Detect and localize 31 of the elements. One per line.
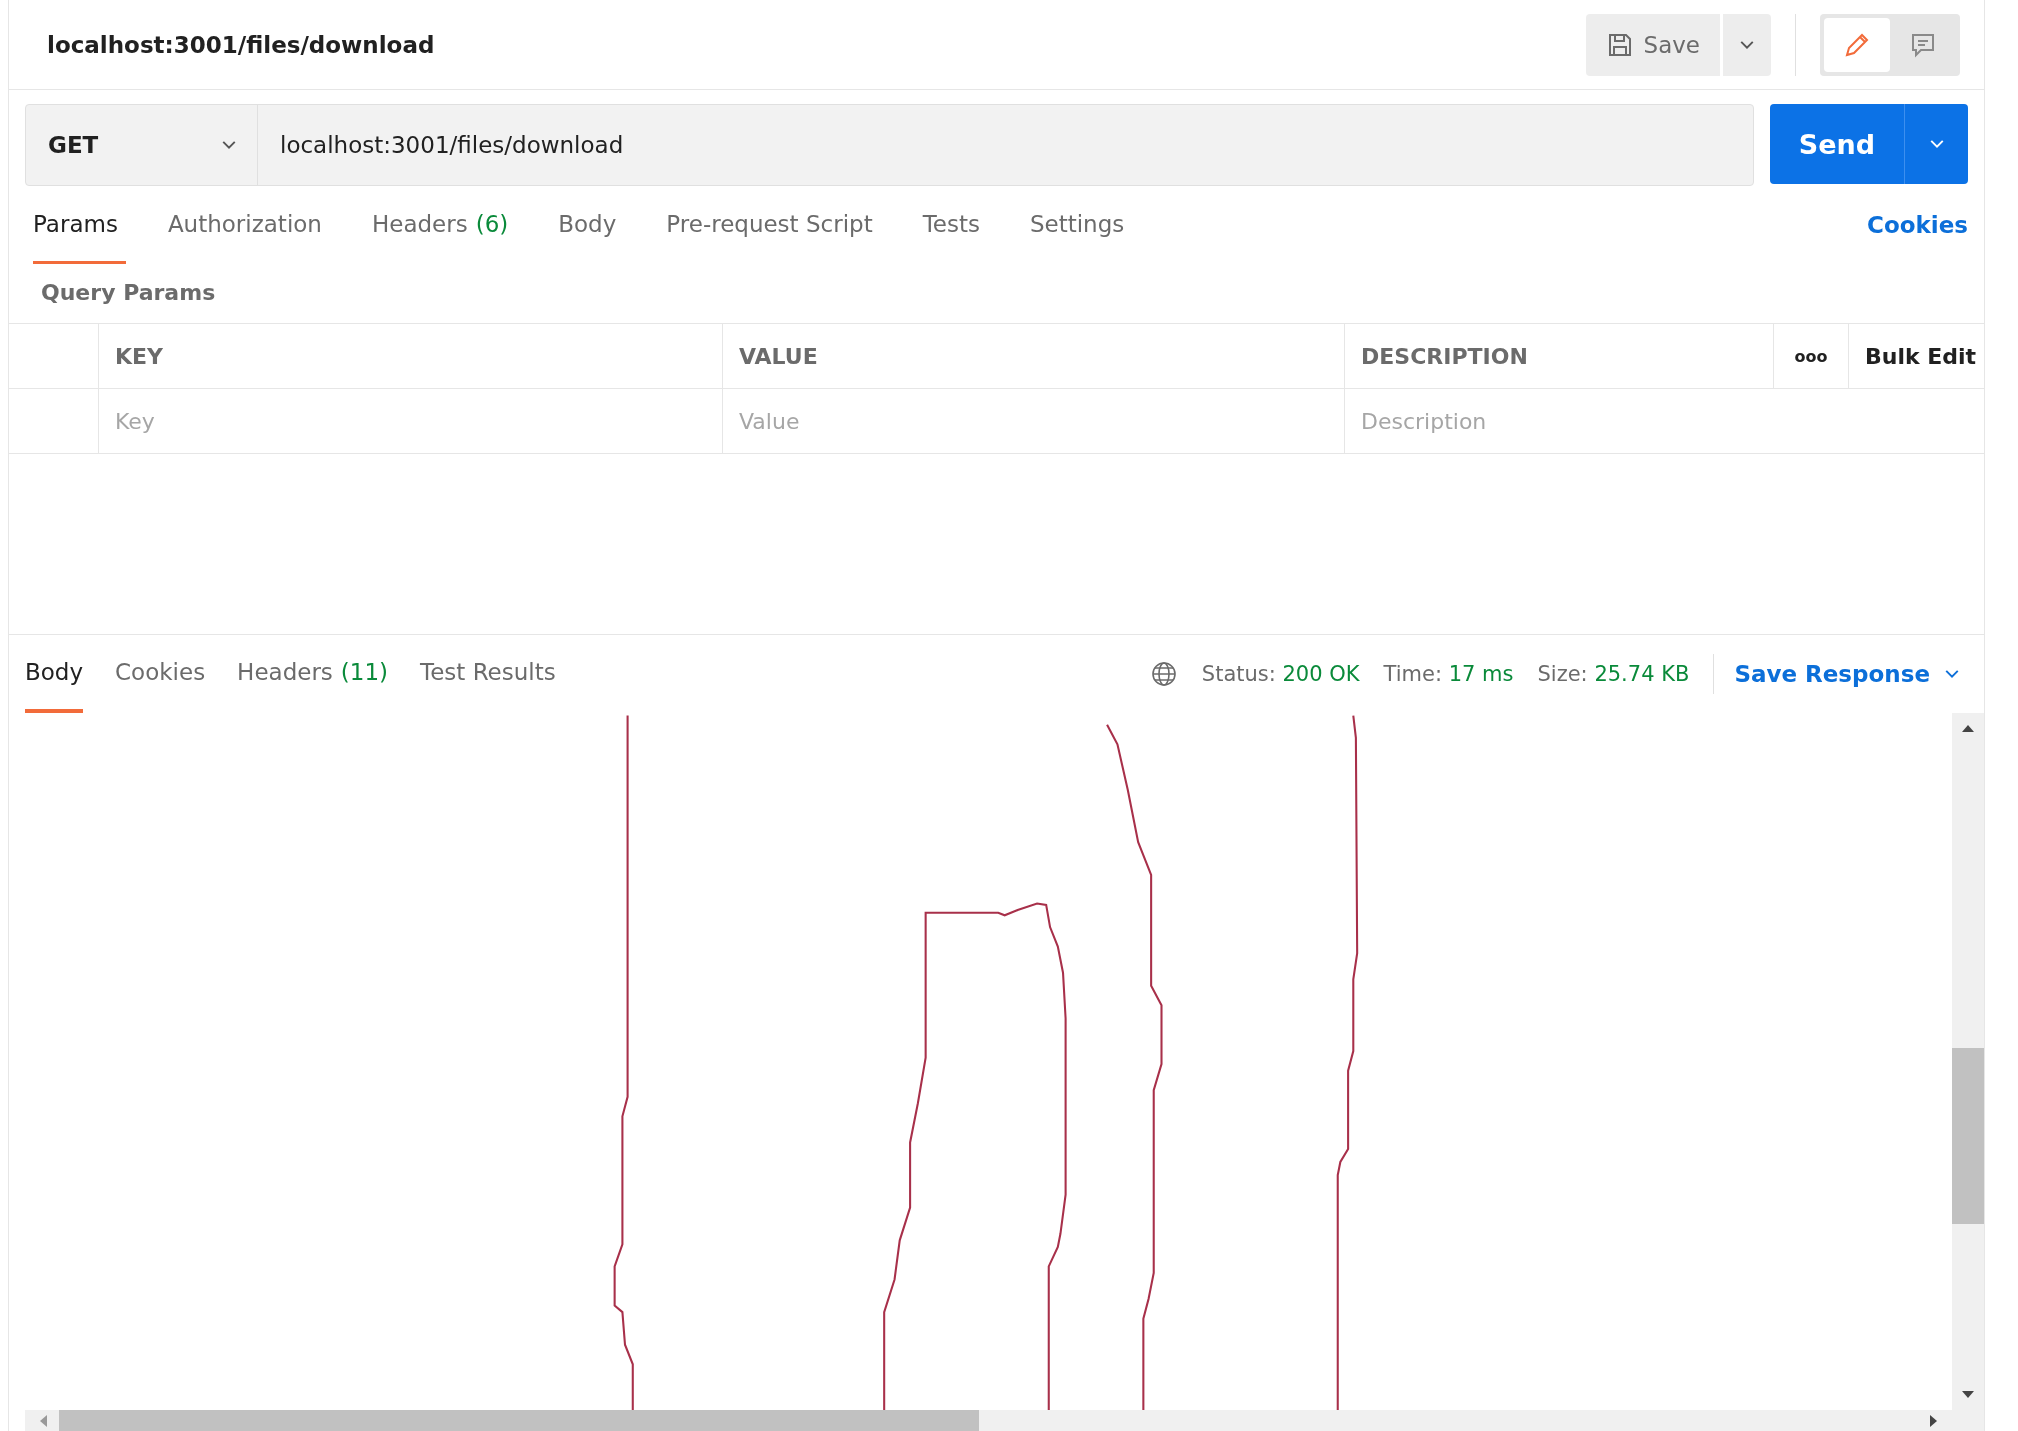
caret-icon — [1739, 39, 1755, 50]
request-tab[interactable]: Params — [33, 186, 126, 264]
cookies-link[interactable]: Cookies — [1867, 186, 1968, 264]
request-title: localhost:3001/files/download — [47, 31, 436, 58]
request-tab[interactable]: Pre-request Script — [658, 186, 881, 264]
request-tab[interactable]: Headers (6) — [363, 186, 517, 264]
section-title: Query Params — [40, 279, 217, 307]
more-options-button[interactable]: ooo — [1773, 324, 1848, 389]
column-header: KEY — [98, 324, 722, 389]
response-stat: Size: 25.74 KB — [1537, 662, 1690, 686]
bulk-edit-button[interactable]: Bulk Edit — [1848, 324, 1984, 389]
response-tab[interactable]: Cookies — [115, 635, 206, 713]
save-response-button[interactable]: Save Response — [1713, 654, 1968, 694]
column-header: VALUE — [722, 324, 1344, 389]
request-tab[interactable]: Authorization — [159, 186, 330, 264]
response-tab[interactable]: Body — [25, 635, 84, 713]
request-tab[interactable]: Body — [550, 186, 625, 264]
response-tab[interactable]: Test Results — [420, 635, 556, 713]
save-button[interactable]: Save — [1585, 13, 1720, 76]
request-tab[interactable]: Tests — [914, 186, 988, 264]
edit-mode-button[interactable] — [1824, 17, 1890, 72]
caret-icon — [1928, 139, 1945, 149]
response-tab[interactable]: Headers (11) — [237, 635, 389, 713]
globe-icon — [1149, 660, 1178, 688]
request-tab[interactable]: Settings — [1021, 186, 1133, 264]
horizontal-scrollbar[interactable] — [25, 1410, 1984, 1431]
column-header: DESCRIPTION — [1344, 324, 1773, 389]
caret-icon — [1944, 669, 1960, 679]
response-stat: Time: 17 ms — [1383, 662, 1514, 686]
vertical-scrollbar[interactable] — [1952, 713, 1984, 1410]
response-stat: Status: 200 OK — [1201, 662, 1360, 686]
